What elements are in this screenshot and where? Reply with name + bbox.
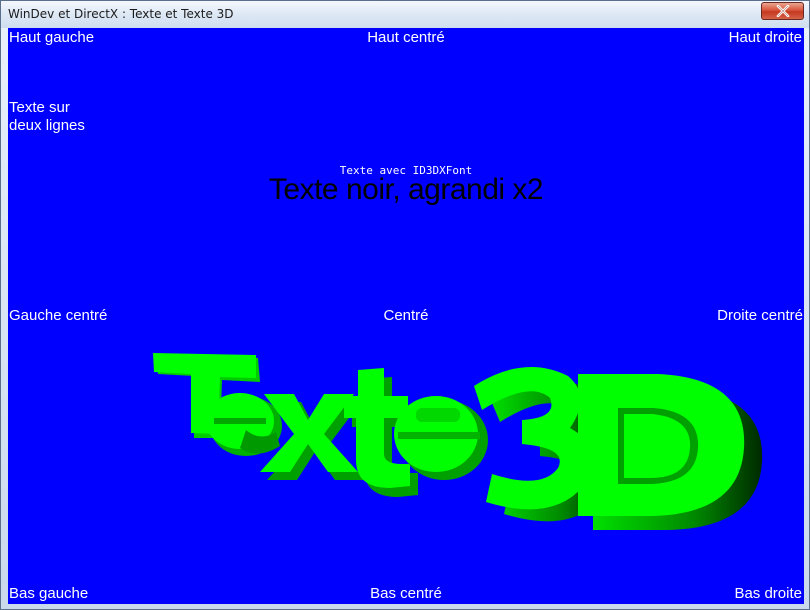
close-button[interactable] bbox=[761, 2, 804, 20]
text-3d-mesh bbox=[153, 353, 763, 530]
label-bottom-center: Bas centré bbox=[370, 585, 442, 602]
title-bar[interactable]: WinDev et DirectX : Texte et Texte 3D bbox=[1, 1, 809, 28]
glyph-3d-D bbox=[578, 374, 763, 530]
app-window: WinDev et DirectX : Texte et Texte 3D Ha… bbox=[0, 0, 810, 610]
window-title: WinDev et DirectX : Texte et Texte 3D bbox=[8, 7, 234, 21]
close-icon bbox=[776, 5, 789, 17]
label-bottom-right: Bas droite bbox=[734, 585, 802, 602]
directx-viewport[interactable]: Haut gauche Haut centré Haut droite Text… bbox=[8, 28, 804, 604]
